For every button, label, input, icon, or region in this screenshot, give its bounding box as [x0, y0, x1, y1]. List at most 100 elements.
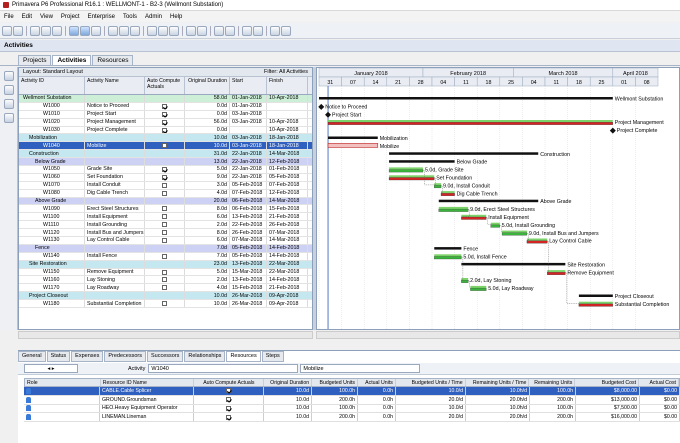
resource-cell-dur[interactable]: 10.0d [264, 413, 312, 422]
resource-row[interactable]: GROUND.Groundsman 10.0d 200.0h 0.0h 20.0/d 20… [24, 395, 680, 405]
cell-id[interactable]: W1010 [19, 110, 85, 118]
cell-dur[interactable]: 9.0d [185, 173, 230, 181]
cell-id[interactable]: W1050 [19, 166, 85, 173]
cell-id[interactable]: Project Closeout [19, 292, 85, 300]
auto-compute-checkbox[interactable] [162, 166, 167, 172]
cell-start[interactable]: 26-Feb-2018 [230, 229, 267, 237]
resource-cell-ac[interactable]: $0.00 [640, 404, 680, 413]
activity-row[interactable]: W1140 Install Fence 7.0d 05-Feb-2018 14-Feb-… [19, 252, 312, 261]
cell-name[interactable]: Mobilize [85, 142, 145, 150]
activity-row[interactable]: W1080 Dig Cable Trench 4.0d 07-Feb-2018 12-F… [19, 189, 312, 198]
auto-compute-cell[interactable] [194, 413, 264, 422]
cell-start[interactable]: 22-Jan-2018 [230, 158, 267, 166]
tab-projects[interactable]: Projects [18, 55, 52, 65]
resource-col-header[interactable]: Resource ID Name [101, 379, 195, 386]
auto-compute-checkbox[interactable] [162, 285, 167, 291]
wbs-nav-icon[interactable] [3, 85, 14, 95]
auto-compute-checkbox[interactable] [162, 269, 167, 275]
resource-cell-bc[interactable]: $13,000.00 [576, 395, 640, 404]
cell-id[interactable]: W1130 [19, 237, 85, 244]
auto-compute-cell[interactable] [145, 181, 185, 189]
cell-finish[interactable]: 22-Mar-2018 [267, 268, 308, 276]
resource-cell-ac[interactable]: $0.00 [640, 395, 680, 404]
cell-id[interactable]: W1180 [19, 300, 85, 308]
menu-enterprise[interactable]: Enterprise [84, 14, 119, 20]
resource-row[interactable]: CABLE.Cable Splicer 10.0d 100.0h 0.0h 10.0/d… [24, 387, 680, 396]
bars-icon[interactable] [119, 25, 129, 36]
activity-row[interactable]: W1120 Install Bus and Jumpers 8.0d 26-Feb-2… [19, 229, 312, 238]
cell-name[interactable] [85, 158, 145, 166]
cell-finish[interactable]: 22-Mar-2018 [267, 260, 308, 268]
store-period-icon[interactable] [169, 25, 179, 36]
activity-row[interactable]: Mobilization 10.0d 03-Jan-2018 18-Jan-2018 [19, 134, 312, 143]
menu-edit[interactable]: Edit [18, 14, 36, 20]
resource-col-header[interactable]: Budgeted Cost [575, 379, 640, 386]
auto-compute-cell[interactable] [145, 118, 185, 126]
cell-start[interactable]: 06-Feb-2018 [230, 197, 267, 205]
activity-row[interactable]: Project Closeout 10.0d 26-Mar-2018 09-Apr-2… [19, 292, 312, 301]
cell-start[interactable]: 26-Mar-2018 [230, 292, 267, 300]
resource-col-header[interactable]: Auto Compute Actuals [194, 379, 265, 386]
auto-compute-checkbox[interactable] [162, 174, 167, 180]
cell-dur[interactable]: 10.0d [185, 300, 230, 308]
details-tab-predecessors[interactable]: Predecessors [104, 351, 146, 362]
auto-compute-cell[interactable] [145, 189, 185, 197]
cell-id[interactable]: Below Grade [19, 158, 85, 166]
cell-name[interactable]: Install Equipment [85, 213, 145, 221]
cell-name[interactable]: Install Bus and Jumpers [85, 229, 145, 237]
activity-row[interactable]: W1070 Install Conduit 3.0d 05-Feb-2018 07-Fe… [19, 181, 312, 190]
resource-col-header[interactable]: Remaining Units / Time [466, 379, 530, 386]
cell-start[interactable]: 03-Jan-2018 [230, 110, 267, 118]
activities-nav-icon[interactable] [3, 99, 14, 109]
resource-col-header[interactable]: Actual Units [358, 379, 396, 386]
cell-start[interactable]: 07-Feb-2018 [230, 189, 267, 197]
auto-compute-cell[interactable] [145, 268, 185, 276]
cell-id[interactable]: W1080 [19, 189, 85, 197]
cell-finish[interactable]: 12-Feb-2018 [267, 189, 308, 197]
auto-compute-cell[interactable] [145, 276, 185, 284]
cell-dur[interactable]: 7.0d [185, 252, 230, 260]
resource-col-header[interactable]: Budgeted Units / Time [396, 379, 466, 386]
activity-row[interactable]: Wellmont Substation 58.0d 01-Jan-2018 10-Ap… [19, 95, 312, 103]
col-original-duration[interactable]: Original Duration [185, 77, 230, 94]
cell-finish[interactable]: 14-Feb-2018 [267, 252, 308, 260]
auto-compute-checkbox[interactable] [226, 388, 231, 394]
cell-dur[interactable]: 13.0d [185, 158, 230, 166]
cell-start[interactable]: 13-Feb-2018 [230, 276, 267, 284]
auto-compute-checkbox[interactable] [162, 277, 167, 283]
help-icon[interactable] [281, 25, 291, 36]
schedule-icon[interactable] [147, 25, 157, 36]
cell-start[interactable]: 03-Jan-2018 [230, 134, 267, 142]
cut-icon[interactable] [30, 25, 40, 36]
menu-file[interactable]: File [0, 14, 18, 20]
cell-finish[interactable]: 12-Feb-2018 [267, 158, 308, 166]
resource-cell-but[interactable]: 20.0/d [396, 413, 466, 422]
filter-icon[interactable] [80, 25, 90, 36]
resource-row[interactable]: HEO.Heavy Equipment Operator 10.0d 100.0h 0… [24, 404, 680, 414]
details-tab-steps[interactable]: Steps [261, 351, 284, 362]
role-cell[interactable] [24, 413, 100, 422]
activity-row[interactable]: W1110 Install Grounding 2.0d 22-Feb-2018 26-… [19, 221, 312, 230]
resources-nav-icon[interactable] [3, 113, 14, 123]
menu-view[interactable]: View [36, 14, 57, 20]
details-tab-relationships[interactable]: Relationships [184, 351, 226, 362]
cell-dur[interactable]: 10.0d [185, 134, 230, 142]
zoom-in-icon[interactable] [214, 25, 224, 36]
cell-start[interactable]: 07-Mar-2018 [230, 237, 267, 244]
cell-id[interactable]: W1040 [19, 142, 85, 150]
cell-name[interactable]: Install Grounding [85, 221, 145, 229]
layout-name[interactable]: Layout: Standard Layout [23, 69, 83, 75]
activity-row[interactable]: W1170 Lay Roadway 4.0d 15-Feb-2018 21-Feb-20… [19, 284, 312, 293]
cell-dur[interactable]: 10.0d [185, 142, 230, 150]
resource-cell-dur[interactable]: 10.0d [264, 404, 312, 413]
cell-id[interactable]: Fence [19, 244, 85, 252]
cell-name[interactable] [85, 197, 145, 205]
cell-dur[interactable]: 0.0d [185, 102, 230, 110]
cell-dur[interactable]: 6.0d [185, 213, 230, 221]
cell-finish[interactable]: 15-Feb-2018 [267, 205, 308, 213]
cell-id[interactable]: W1170 [19, 284, 85, 292]
cell-dur[interactable]: 8.0d [185, 205, 230, 213]
cell-finish[interactable]: 14-Mar-2018 [267, 197, 308, 205]
auto-compute-cell[interactable] [145, 300, 185, 308]
activity-row[interactable]: W1180 Substantial Completion 10.0d 26-Mar-2… [19, 300, 312, 309]
